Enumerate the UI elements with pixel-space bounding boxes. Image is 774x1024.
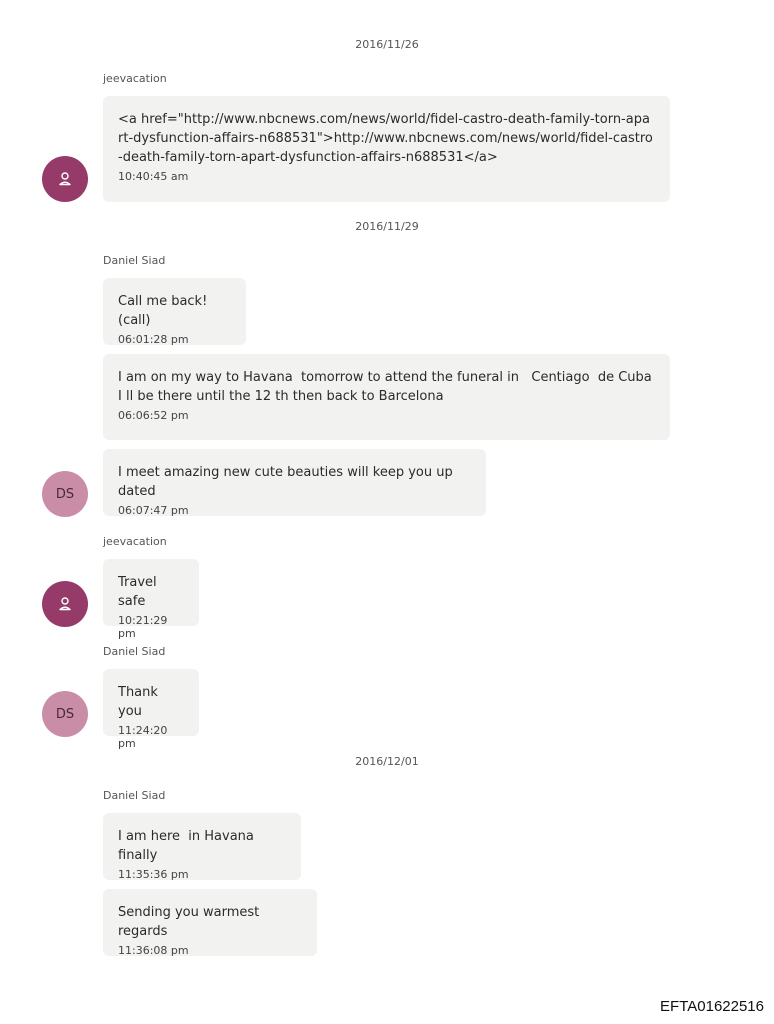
message-time: 06:07:47 pm bbox=[118, 504, 189, 517]
ds-avatar[interactable]: DS bbox=[42, 471, 88, 517]
avatar-initials: DS bbox=[55, 486, 75, 502]
jeevacation-avatar[interactable] bbox=[42, 581, 88, 627]
message-text: <a href="http://www.nbcnews.com/news/wor… bbox=[118, 112, 653, 165]
sender-name: Daniel Siad bbox=[103, 645, 166, 658]
message-bubble[interactable]: I am here in Havana finally 11:35:36 pm bbox=[103, 813, 301, 881]
message-text: Call me back! (call) bbox=[118, 294, 212, 328]
message-bubble[interactable]: Travel safe 10:21:29 pm bbox=[103, 559, 199, 640]
message-text: Sending you warmest regards bbox=[118, 905, 264, 939]
message-time: 10:21:29 pm bbox=[118, 614, 168, 640]
message-bubble[interactable]: <a href="http://www.nbcnews.com/news/wor… bbox=[103, 96, 670, 202]
document-id: EFTA01622516 bbox=[660, 998, 764, 1015]
message-bubble[interactable]: I am on my way to Havana tomorrow to att… bbox=[103, 354, 670, 440]
message-bubble[interactable]: Call me back! (call) 06:01:28 pm bbox=[103, 278, 246, 346]
message-bubble[interactable]: Sending you warmest regards 11:36:08 pm bbox=[103, 889, 317, 957]
date-separator: 2016/12/01 bbox=[355, 755, 419, 768]
message-text: I meet amazing new cute beauties will ke… bbox=[118, 465, 457, 499]
ds-avatar[interactable]: DS bbox=[42, 691, 88, 737]
person-icon bbox=[59, 597, 71, 611]
person-icon bbox=[59, 172, 71, 186]
message-text: I am on my way to Havana tomorrow to att… bbox=[118, 370, 656, 404]
message-time: 11:35:36 pm bbox=[118, 868, 189, 881]
message-text: Thank you bbox=[118, 685, 163, 719]
message-text: I am here in Havana finally bbox=[118, 829, 259, 863]
date-separator: 2016/11/29 bbox=[355, 220, 419, 233]
message-time: 11:36:08 pm bbox=[118, 944, 189, 957]
sender-name: Daniel Siad bbox=[103, 789, 166, 802]
message-time: 06:06:52 pm bbox=[118, 409, 189, 422]
message-time: 11:24:20 pm bbox=[118, 724, 168, 750]
message-bubble[interactable]: Thank you 11:24:20 pm bbox=[103, 669, 199, 750]
jeevacation-avatar[interactable] bbox=[42, 156, 88, 202]
sender-name: jeevacation bbox=[103, 72, 167, 85]
sender-name: Daniel Siad bbox=[103, 254, 166, 267]
message-text: Travel safe bbox=[118, 575, 161, 609]
message-bubble[interactable]: I meet amazing new cute beauties will ke… bbox=[103, 449, 486, 517]
message-time: 06:01:28 pm bbox=[118, 333, 189, 346]
message-time: 10:40:45 am bbox=[118, 170, 189, 183]
date-separator: 2016/11/26 bbox=[355, 38, 419, 51]
avatar-initials: DS bbox=[55, 706, 75, 722]
sender-name: jeevacation bbox=[103, 535, 167, 548]
